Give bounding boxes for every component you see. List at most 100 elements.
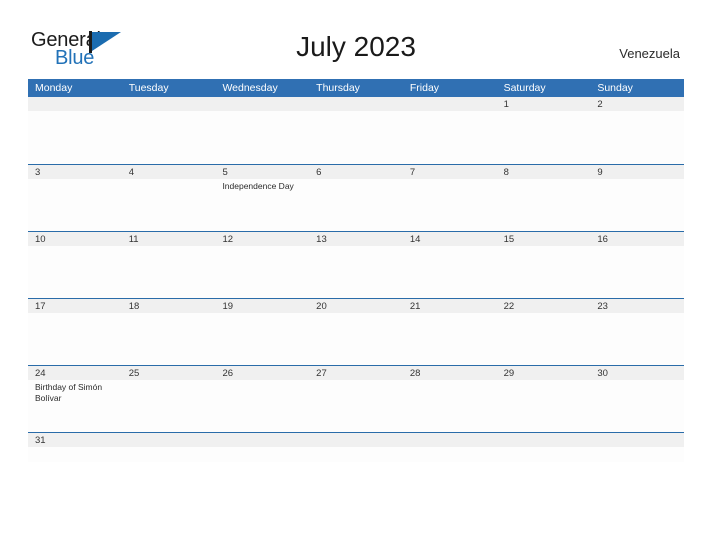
day-cell[interactable]: 11	[122, 232, 216, 298]
day-event	[497, 380, 591, 382]
day-cell[interactable]: 26	[215, 366, 309, 432]
day-event	[590, 313, 684, 315]
day-number: 8	[503, 167, 509, 178]
day-event	[590, 380, 684, 382]
weekday-header-friday: Friday	[409, 82, 440, 94]
day-event	[403, 98, 497, 100]
day-number: 28	[409, 368, 421, 379]
day-event	[403, 380, 497, 382]
day-number: 21	[409, 301, 421, 312]
day-cell[interactable]	[403, 97, 497, 164]
day-number: 17	[35, 301, 46, 312]
calendar-week-row: 10 11 12 13 14 15 16	[28, 231, 684, 298]
day-event	[215, 434, 309, 436]
day-cell[interactable]: 24 Birthday of Simón Bolívar	[28, 366, 122, 432]
day-event	[590, 111, 684, 113]
day-cell[interactable]	[215, 433, 309, 462]
day-cell[interactable]: 23	[590, 299, 684, 365]
day-number: 26	[222, 368, 234, 379]
day-number: 31	[35, 435, 46, 446]
day-cell[interactable]: 7	[403, 165, 497, 231]
day-cell[interactable]	[497, 433, 591, 462]
day-cell[interactable]	[590, 433, 684, 462]
day-cell[interactable]: 30	[590, 366, 684, 432]
day-event: Independence Day	[222, 181, 294, 191]
day-event	[122, 380, 216, 382]
day-cell[interactable]	[215, 97, 309, 164]
day-cell[interactable]: 15	[497, 232, 591, 298]
day-cell[interactable]: 10	[28, 232, 122, 298]
day-number: 27	[316, 368, 327, 379]
day-cell[interactable]: 16	[590, 232, 684, 298]
day-event	[590, 246, 684, 248]
day-event	[215, 246, 309, 248]
day-cell[interactable]: 12	[215, 232, 309, 298]
day-number: 9	[597, 167, 603, 178]
day-number: 19	[222, 301, 234, 312]
calendar-week-row: 24 Birthday of Simón Bolívar 25 26 27 28…	[28, 365, 684, 432]
calendar-week-row: 3 4 5 Independence Day 6 7 8 9	[28, 164, 684, 231]
day-number: 7	[409, 167, 416, 178]
day-event	[215, 313, 309, 315]
day-cell[interactable]: 5 Independence Day	[215, 165, 309, 231]
day-number: 30	[597, 368, 608, 379]
day-cell[interactable]: 19	[215, 299, 309, 365]
day-event	[28, 447, 122, 449]
day-cell[interactable]: 1	[497, 97, 591, 164]
day-cell[interactable]: 14	[403, 232, 497, 298]
weekday-header-monday: Monday	[35, 82, 73, 94]
day-cell[interactable]	[122, 97, 216, 164]
weekday-header-sunday: Sunday	[597, 82, 633, 94]
day-cell[interactable]	[28, 97, 122, 164]
day-cell[interactable]	[309, 97, 403, 164]
day-number: 13	[316, 234, 327, 245]
calendar-week-row: 1 2	[28, 97, 684, 164]
day-event	[309, 246, 403, 248]
day-cell[interactable]: 8	[497, 165, 591, 231]
day-cell[interactable]: 21	[403, 299, 497, 365]
day-cell[interactable]: 29	[497, 366, 591, 432]
day-number: 1	[503, 99, 509, 110]
day-cell[interactable]: 2	[590, 97, 684, 164]
day-number: 6	[316, 167, 322, 178]
day-cell[interactable]: 22	[497, 299, 591, 365]
day-cell[interactable]: 20	[309, 299, 403, 365]
day-cell[interactable]	[309, 433, 403, 462]
page-header: General Blue July 2023 Venezuela	[0, 0, 712, 79]
day-cell[interactable]: 27	[309, 366, 403, 432]
day-number: 2	[597, 99, 603, 110]
day-cell[interactable]: 4	[122, 165, 216, 231]
day-cell[interactable]: 9	[590, 165, 684, 231]
day-number: 11	[128, 234, 139, 245]
day-event	[403, 246, 497, 248]
day-cell[interactable]: 18	[122, 299, 216, 365]
day-number: 16	[597, 234, 608, 245]
day-cell[interactable]: 17	[28, 299, 122, 365]
calendar-week-row: 17 18 19 20 21 22 23	[28, 298, 684, 365]
day-number: 23	[597, 301, 608, 312]
day-event	[28, 98, 122, 100]
day-cell[interactable]: 13	[309, 232, 403, 298]
day-event: Birthday of Simón Bolívar	[35, 382, 103, 403]
day-event	[403, 179, 497, 181]
region-label: Venezuela	[619, 46, 680, 61]
day-cell[interactable]: 3	[28, 165, 122, 231]
day-event	[309, 98, 403, 100]
day-event	[122, 313, 216, 315]
day-event	[122, 246, 216, 248]
day-cell[interactable]: 31	[28, 433, 122, 462]
day-number: 15	[503, 234, 515, 245]
day-number: 25	[128, 368, 140, 379]
day-event	[122, 98, 216, 100]
day-event	[497, 111, 591, 113]
day-cell[interactable]: 25	[122, 366, 216, 432]
weekday-header-thursday: Thursday	[316, 82, 360, 94]
day-cell[interactable]	[403, 433, 497, 462]
day-cell[interactable]	[122, 433, 216, 462]
day-number: 29	[503, 368, 515, 379]
day-number: 5	[222, 167, 228, 178]
day-event	[309, 179, 403, 181]
day-event	[215, 380, 309, 382]
day-cell[interactable]: 28	[403, 366, 497, 432]
day-cell[interactable]: 6	[309, 165, 403, 231]
